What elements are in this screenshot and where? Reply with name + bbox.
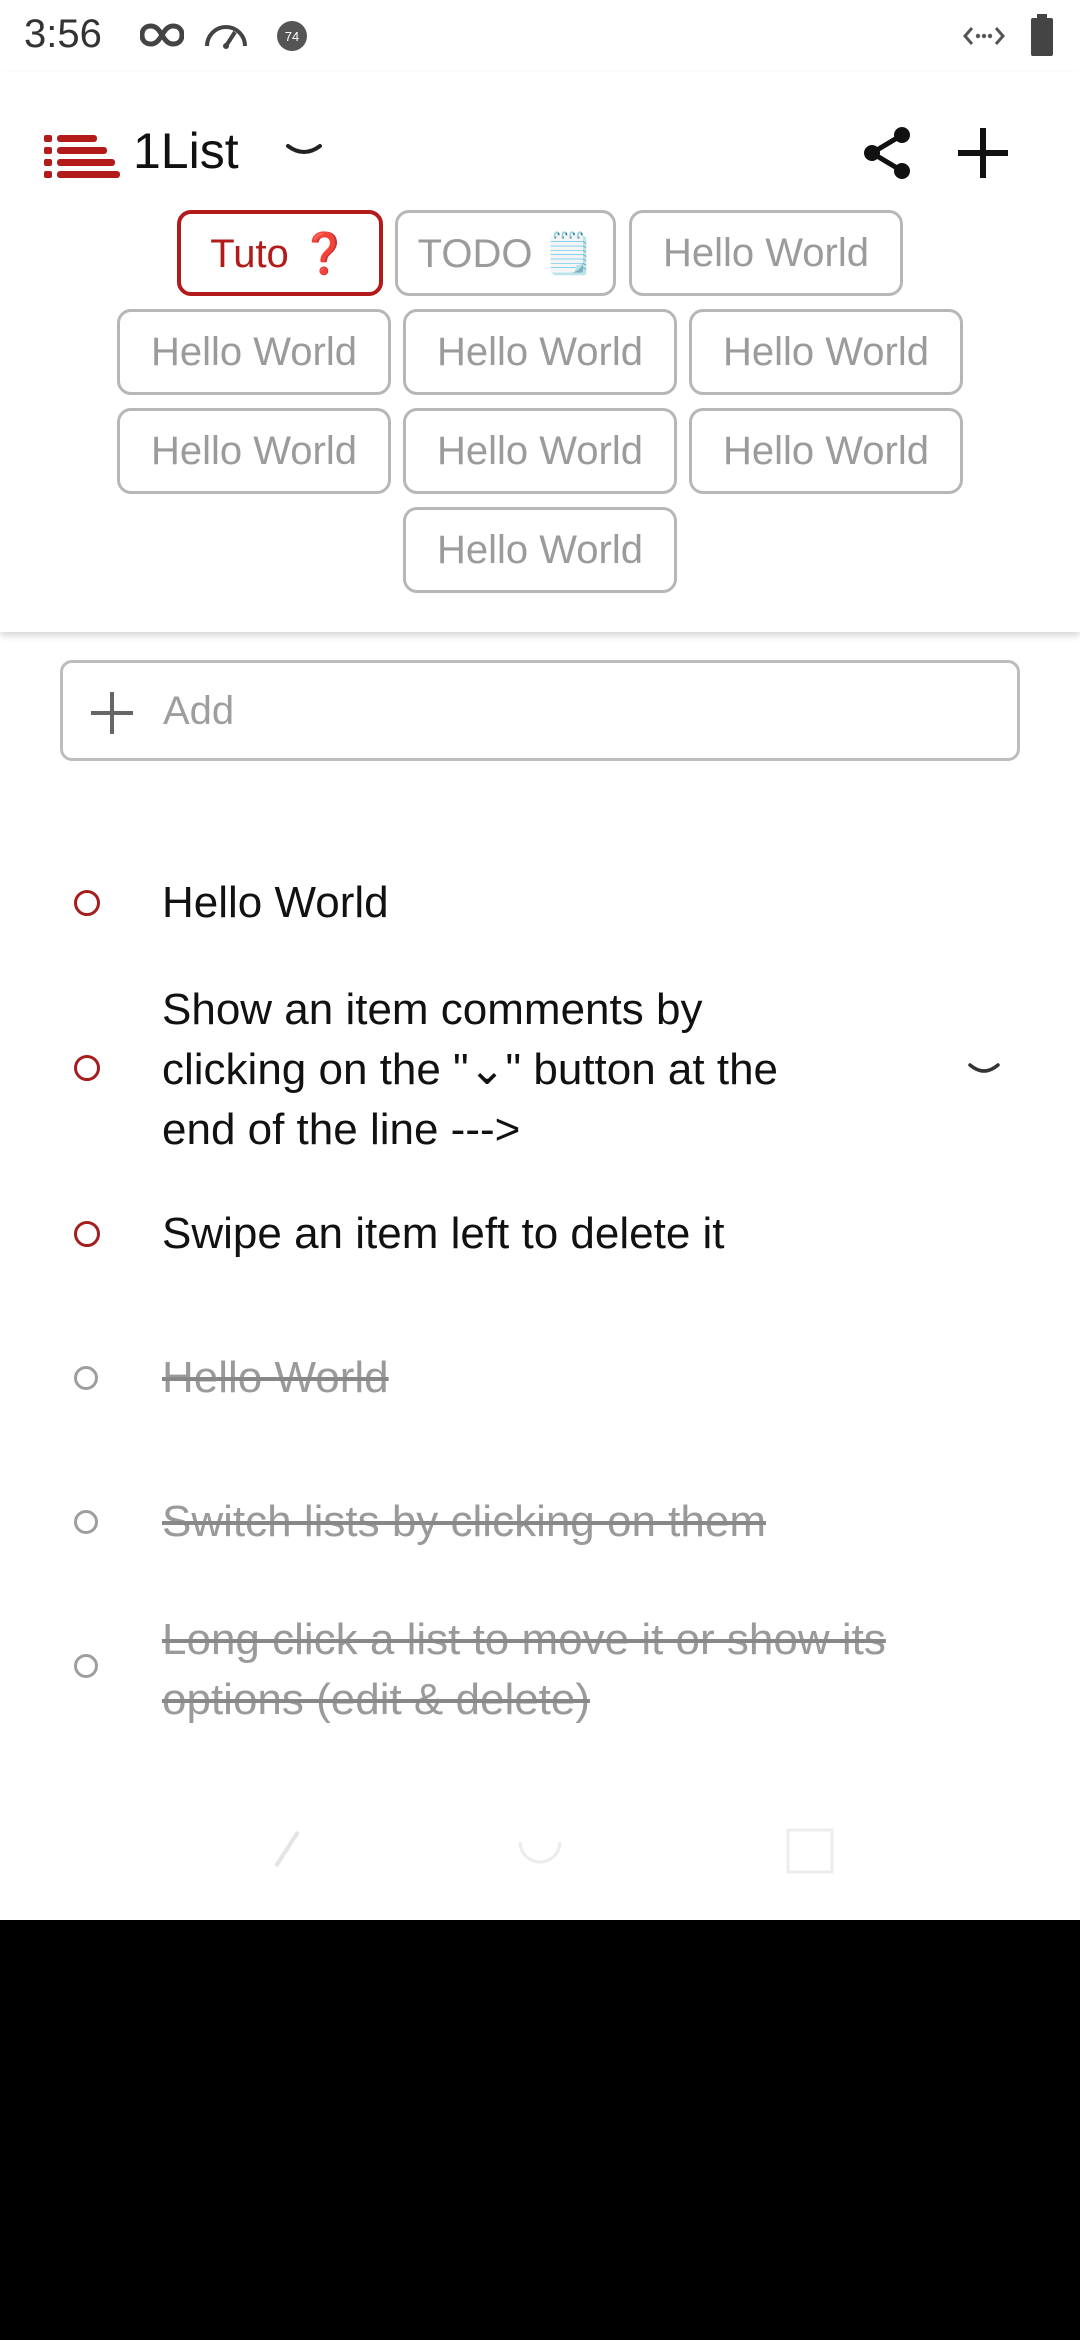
item-checkbox-done[interactable]	[74, 1366, 98, 1390]
list-chip[interactable]: Hello World	[629, 210, 903, 296]
chevron-down-icon[interactable]	[282, 138, 326, 162]
item-checkbox[interactable]	[74, 1055, 100, 1081]
expand-comments-chevron-icon[interactable]	[966, 1060, 1002, 1080]
recents-gesture-icon[interactable]	[786, 1828, 834, 1874]
status-bar: 3:56 74	[0, 0, 1080, 72]
list-chip[interactable]: Hello World	[689, 408, 963, 494]
add-item-input[interactable]	[163, 683, 983, 739]
list-chip[interactable]: Hello World	[403, 309, 677, 395]
list-chip[interactable]: Hello World	[403, 408, 677, 494]
data-sync-icon	[963, 27, 1005, 45]
list-chip[interactable]: Hello World	[117, 309, 391, 395]
list-logo-icon	[44, 135, 120, 178]
list-item-text[interactable]: Swipe an item left to delete it	[162, 1204, 725, 1264]
item-checkbox[interactable]	[74, 1221, 100, 1247]
battery-icon	[1031, 14, 1053, 56]
app-header: 1List Tuto ❓ TODO 🗒️ Hello World Hello W…	[0, 72, 1080, 632]
item-checkbox-done[interactable]	[74, 1654, 98, 1678]
status-time: 3:56	[24, 12, 102, 56]
svg-text:74: 74	[285, 29, 299, 44]
share-icon[interactable]	[862, 125, 914, 181]
list-item-text-done[interactable]: Hello World	[162, 1348, 389, 1408]
home-gesture-icon[interactable]	[516, 1838, 564, 1870]
speedometer-icon	[205, 25, 247, 49]
notification-badge-icon: 74	[277, 21, 307, 51]
infinity-icon	[140, 23, 184, 47]
list-item-text-done[interactable]: Switch lists by clicking on them	[162, 1492, 766, 1552]
app-title[interactable]: 1List	[133, 122, 239, 180]
list-chip[interactable]: Hello World	[689, 309, 963, 395]
list-chip-tuto[interactable]: Tuto ❓	[177, 210, 383, 296]
item-checkbox[interactable]	[74, 890, 100, 916]
app-screen: 3:56 74 1List Tuto ❓ TODO 🗒️ Hello World…	[0, 0, 1080, 1920]
add-item-field[interactable]	[60, 660, 1020, 761]
list-item-text[interactable]: Show an item comments by clicking on the…	[162, 980, 778, 1160]
plus-icon	[91, 692, 133, 734]
list-item-text[interactable]: Hello World	[162, 873, 389, 933]
back-gesture-icon[interactable]	[270, 1828, 304, 1870]
list-chip[interactable]: Hello World	[403, 507, 677, 593]
add-list-button[interactable]	[955, 125, 1011, 181]
list-item-text-done[interactable]: Long click a list to move it or show its…	[162, 1610, 886, 1730]
list-chip[interactable]: Hello World	[117, 408, 391, 494]
list-chip-todo[interactable]: TODO 🗒️	[395, 210, 616, 296]
item-checkbox-done[interactable]	[74, 1510, 98, 1534]
